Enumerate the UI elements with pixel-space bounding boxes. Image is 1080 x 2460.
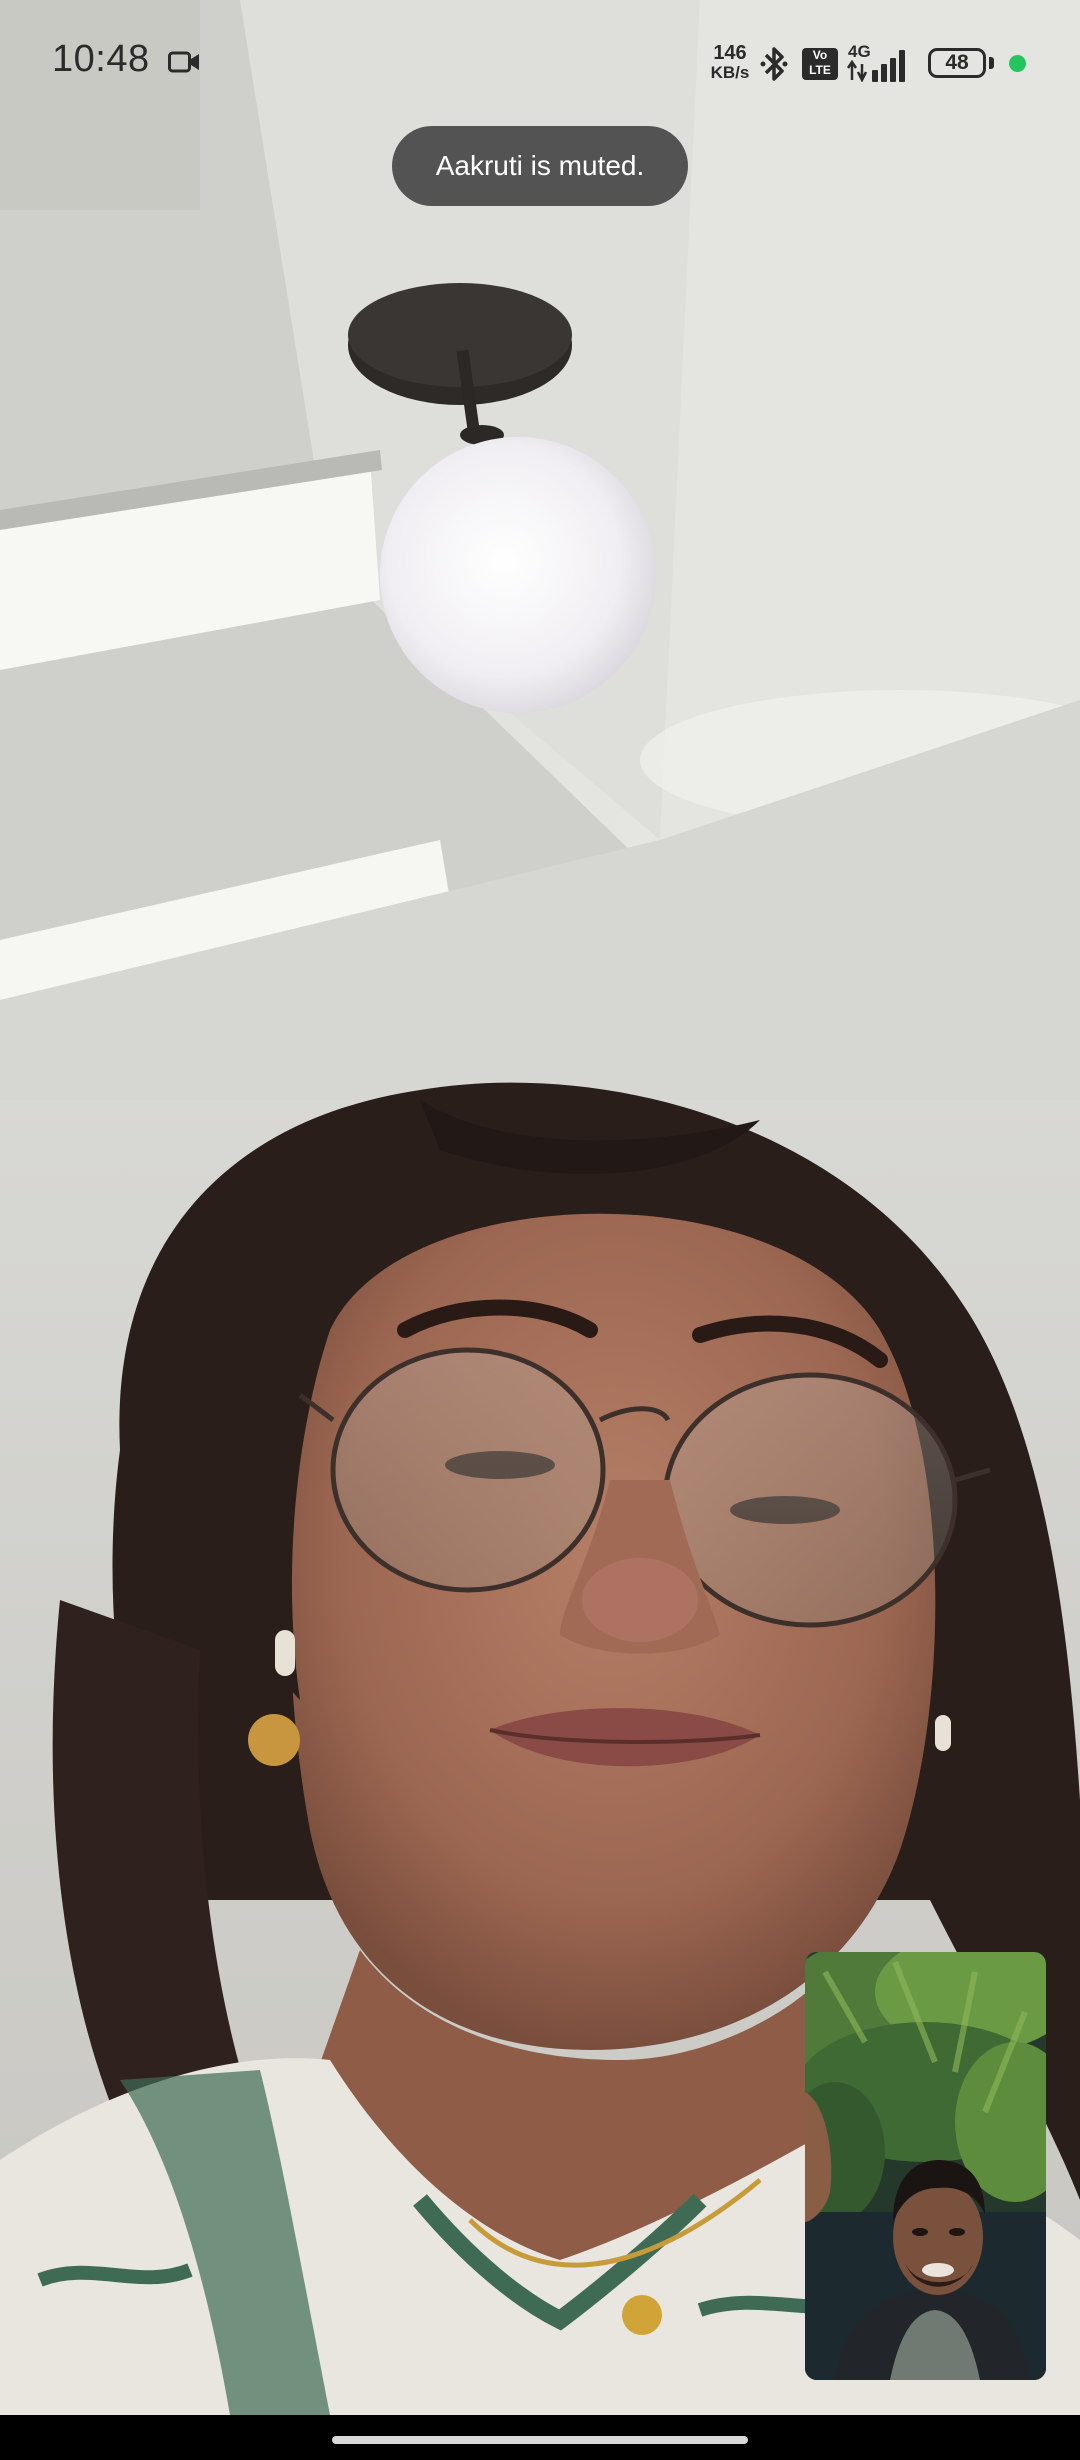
volte-top-label: Vo [812, 48, 828, 62]
video-call-screen: 10:48 146 KB/s Vo LTE 4G 48 Aakruti is m… [0, 0, 1080, 2460]
status-time: 10:48 [52, 38, 150, 80]
network-speed: 146 KB/s [702, 42, 758, 82]
network-speed-value: 146 [713, 42, 747, 64]
battery-tip [989, 57, 994, 69]
status-bar: 10:48 146 KB/s Vo LTE 4G 48 [0, 0, 1080, 130]
battery-icon: 48 [928, 48, 986, 78]
volte-bottom-label: LTE [809, 63, 831, 77]
muted-toast: Aakruti is muted. [392, 126, 688, 206]
signal-strength-icon [846, 50, 905, 82]
self-view-preview[interactable] [805, 1952, 1046, 2380]
battery-level: 48 [945, 51, 969, 74]
network-speed-unit: KB/s [710, 63, 750, 82]
bluetooth-icon [760, 47, 788, 81]
video-camera-icon [168, 51, 199, 73]
home-indicator[interactable] [332, 2436, 748, 2444]
volte-icon: Vo LTE [802, 48, 838, 80]
privacy-indicator-dot [1009, 55, 1026, 72]
